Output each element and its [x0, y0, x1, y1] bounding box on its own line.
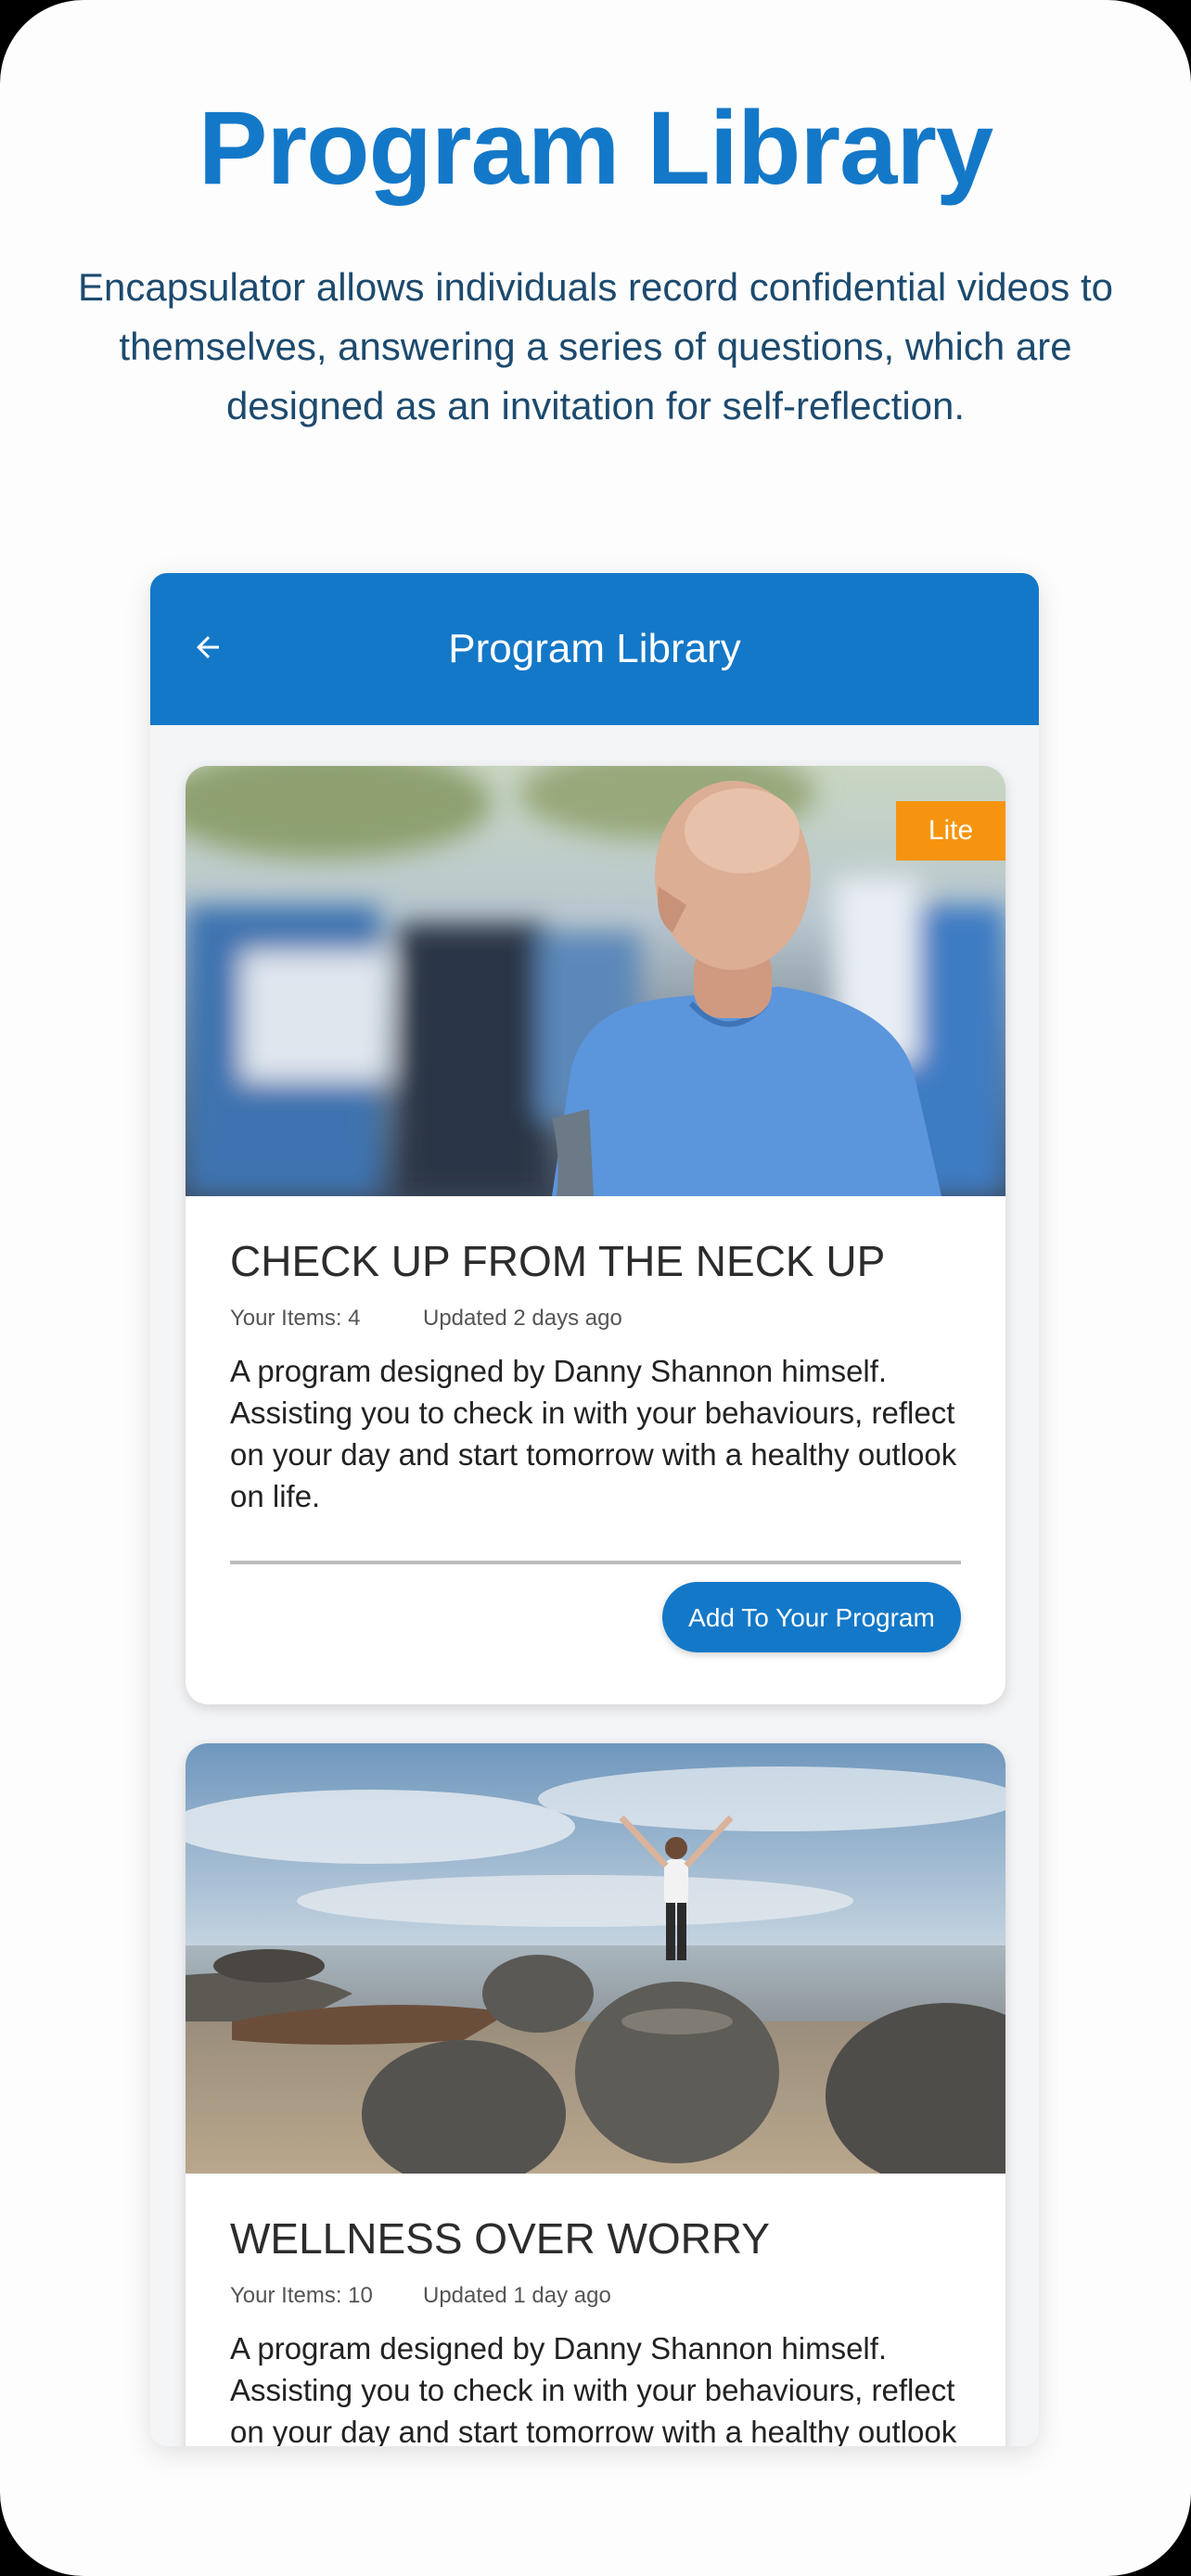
program-card[interactable]: WELLNESS OVER WORRY Your Items: 10 Updat…: [186, 1743, 1005, 2446]
program-image: [186, 1743, 1005, 2174]
program-title: CHECK UP FROM THE NECK UP: [230, 1237, 886, 1285]
promo-title: Program Library: [198, 90, 993, 206]
program-items-count: Your Items: 10: [230, 2283, 373, 2308]
screen: Program Library Encapsulator allows indi…: [0, 0, 1191, 2576]
program-updated: Updated 2 days ago: [423, 1306, 622, 1331]
program-description: A program designed by Danny Shannon hims…: [230, 2331, 957, 2446]
app-preview: Program Library Lite CHECK UP FROM THE N…: [150, 573, 1039, 2446]
program-image: Lite: [186, 766, 1005, 1196]
app-bar-title: Program Library: [448, 626, 741, 671]
card-divider: [230, 1561, 961, 1564]
app-bar: Program Library: [150, 573, 1039, 725]
add-to-program-button[interactable]: Add To Your Program: [662, 1582, 961, 1652]
lite-badge: Lite: [896, 801, 1005, 861]
program-card[interactable]: Lite CHECK UP FROM THE NECK UP Your Item…: [186, 766, 1005, 1704]
program-description: A program designed by Danny Shannon hims…: [230, 1354, 957, 1513]
promo-description: Encapsulator allows individuals record c…: [78, 265, 1113, 427]
program-title: WELLNESS OVER WORRY: [230, 2214, 770, 2263]
program-updated: Updated 1 day ago: [423, 2283, 611, 2308]
program-items-count: Your Items: 4: [230, 1306, 361, 1331]
